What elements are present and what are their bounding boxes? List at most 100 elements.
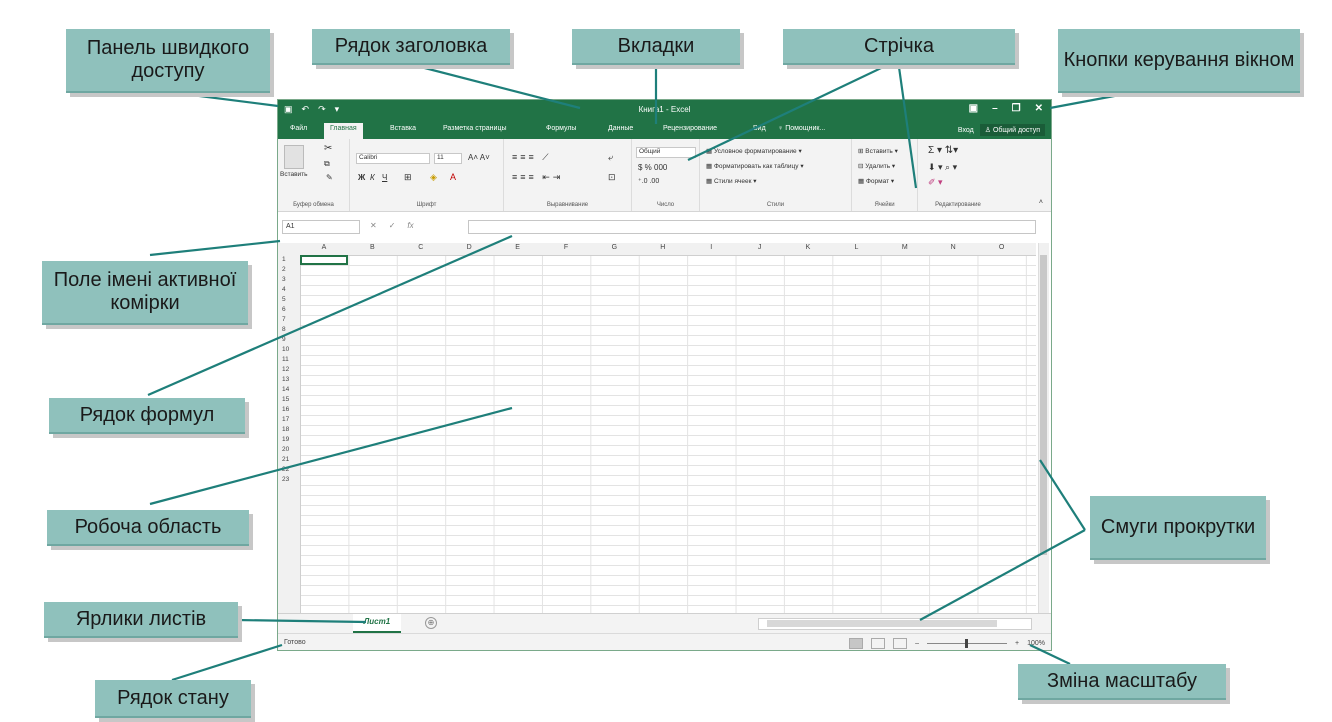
percent-icon[interactable]: $ % 000 [638,163,667,172]
page-layout-view-icon[interactable] [871,638,886,649]
column-header[interactable]: I [687,244,735,251]
tab-data[interactable]: Данные [608,125,633,132]
vertical-scrollbar[interactable] [1038,243,1049,613]
tab-home[interactable]: Главная [324,123,363,139]
cell-styles-button[interactable]: ▦ Стили ячеек ▾ [706,177,757,185]
ribbon-display-icon[interactable]: ▣ [969,103,978,114]
insert-cells-button[interactable]: ⊞ Вставить ▾ [858,147,898,155]
column-header[interactable]: C [397,244,445,251]
page-break-view-icon[interactable] [893,638,908,649]
zoom-in-icon[interactable]: + [1015,640,1019,647]
row-header[interactable]: 15 [282,396,289,403]
horizontal-align-icon[interactable]: ≡≡≡ ⇤⇥ [512,172,563,183]
zoom-level[interactable]: 100% [1027,640,1045,647]
format-as-table-button[interactable]: ▦ Форматировать как таблицу ▾ [706,162,804,170]
column-header[interactable]: A [300,244,348,251]
column-header[interactable]: M [881,244,929,251]
horizontal-scrollbar[interactable] [758,618,1032,630]
row-header[interactable]: 6 [282,306,286,313]
row-header[interactable]: 11 [282,356,289,363]
tab-view[interactable]: Вид [753,125,766,132]
font-name-select[interactable]: Calibri [356,153,430,164]
active-cell[interactable] [300,255,348,265]
row-header[interactable]: 18 [282,426,289,433]
clear-icon[interactable]: ✐ ▾ [928,177,943,188]
row-header[interactable]: 3 [282,276,286,283]
column-header[interactable]: N [929,244,977,251]
format-cells-button[interactable]: ▦ Формат ▾ [858,177,894,185]
name-box[interactable]: A1 [282,220,360,234]
conditional-format-button[interactable]: ▦ Условное форматирование ▾ [706,147,802,155]
fill-color-icon[interactable]: ◈ [430,172,437,183]
column-header[interactable]: D [445,244,493,251]
bold-button[interactable]: Ж [358,173,365,182]
row-header[interactable]: 13 [282,376,289,383]
column-header[interactable]: O [978,244,1026,251]
vertical-align-icon[interactable]: ≡≡≡ ⟋ [512,152,552,163]
worksheet-grid[interactable]: ABCDEFGHIJKLMNO 1 2 3 4 5 6 7 8 9 10 11 12 13 14 15 16 1… [278,243,1036,613]
column-header[interactable]: H [639,244,687,251]
cut-icon[interactable]: ✂ [324,143,332,154]
merge-icon[interactable]: ⊡ [608,172,616,183]
cancel-icon[interactable]: ✕ [370,221,377,230]
horizontal-scroll-thumb[interactable] [767,620,997,627]
tab-insert[interactable]: Вставка [390,125,416,132]
row-header[interactable]: 4 [282,286,286,293]
column-header[interactable]: L [832,244,880,251]
column-header[interactable]: K [784,244,832,251]
add-sheet-button[interactable]: ⊕ [425,617,437,629]
number-format-select[interactable]: Общий [636,147,696,158]
row-header[interactable]: 22 [282,466,289,473]
row-header[interactable]: 5 [282,296,286,303]
sheet-tab-1[interactable]: Лист1 [353,614,401,633]
close-icon[interactable]: ✕ [1035,103,1043,114]
tab-tell-me[interactable]: ♀ Помощник... [778,125,825,132]
row-header[interactable]: 19 [282,436,289,443]
enter-icon[interactable]: ✓ [389,221,396,230]
column-header[interactable]: J [736,244,784,251]
borders-icon[interactable]: ⊞ [404,172,412,183]
row-header[interactable]: 1 [282,256,286,263]
restore-icon[interactable]: ❐ [1012,103,1021,114]
row-header[interactable]: 12 [282,366,289,373]
row-header[interactable]: 21 [282,456,289,463]
tab-file[interactable]: Файл [290,125,307,132]
autosum-icon[interactable]: Σ ▾ ⇅▾ [928,145,958,156]
tab-page-layout[interactable]: Разметка страницы [443,125,507,132]
function-icon[interactable]: fx [407,221,413,230]
share-button[interactable]: ♙ Общий доступ [979,124,1045,136]
row-header[interactable]: 14 [282,386,289,393]
increase-font-icon[interactable]: A˄ A˅ [468,153,490,162]
minimize-icon[interactable]: – [992,103,998,114]
font-color-icon[interactable]: A [450,172,456,182]
row-header[interactable]: 17 [282,416,289,423]
italic-button[interactable]: К [370,173,375,182]
row-header[interactable]: 16 [282,406,289,413]
row-header[interactable]: 9 [282,336,286,343]
column-header[interactable]: G [590,244,638,251]
decimal-icon[interactable]: ⁺.0 .00 [638,177,659,185]
login-link[interactable]: Вход [958,127,974,134]
row-header[interactable]: 10 [282,346,289,353]
zoom-slider-knob[interactable] [965,639,968,648]
fill-icon[interactable]: ⬇ ▾ ⌕ ▾ [928,162,957,173]
copy-icon[interactable]: ⧉ [324,159,330,169]
underline-button[interactable]: Ч [382,173,387,182]
formula-input[interactable] [468,220,1036,234]
font-size-select[interactable]: 11 [434,153,462,164]
vertical-scroll-thumb[interactable] [1040,255,1047,555]
normal-view-icon[interactable] [849,638,864,649]
wrap-text-icon[interactable]: ⤶ [608,152,613,163]
row-header[interactable]: 20 [282,446,289,453]
row-header[interactable]: 2 [282,266,286,273]
column-header[interactable]: B [348,244,396,251]
row-header[interactable]: 8 [282,326,286,333]
format-painter-icon[interactable]: ✎ [326,173,333,182]
row-header[interactable]: 7 [282,316,286,323]
zoom-slider[interactable] [927,639,1007,648]
column-header[interactable]: E [494,244,542,251]
column-header[interactable]: F [542,244,590,251]
paste-label[interactable]: Вставить [280,171,308,178]
collapse-ribbon-icon[interactable]: ˄ [1039,199,1043,206]
row-header[interactable]: 23 [282,476,289,483]
